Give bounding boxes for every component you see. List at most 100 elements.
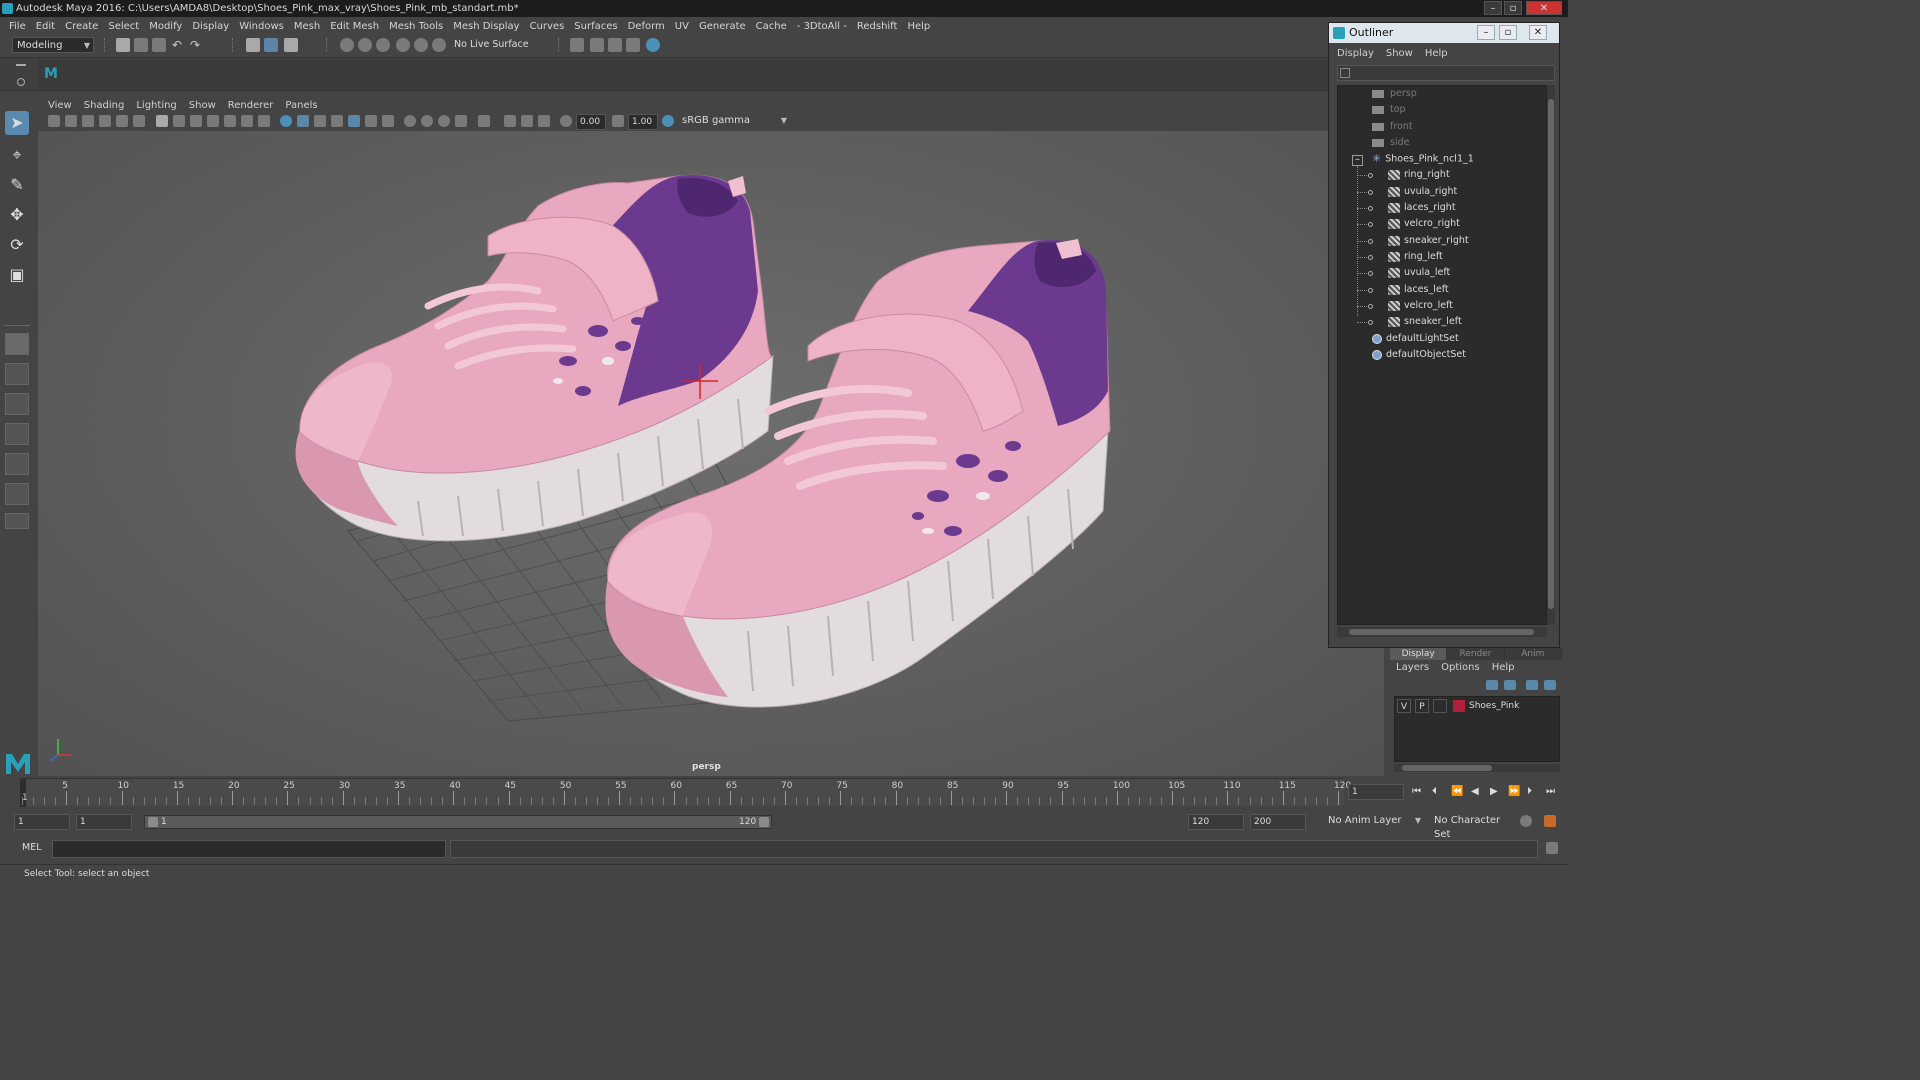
snap-surface-icon[interactable] xyxy=(432,38,446,52)
undo-icon[interactable]: ↶ xyxy=(172,38,186,52)
outliner-item-default-light-set[interactable]: defaultLightSet xyxy=(1372,331,1459,347)
live-surface-label[interactable]: No Live Surface xyxy=(454,39,529,50)
outliner-vertical-scrollbar[interactable] xyxy=(1547,85,1555,625)
frame-all-icon[interactable] xyxy=(538,115,550,127)
scroll-thumb[interactable] xyxy=(1349,629,1534,635)
snap-curve-icon[interactable] xyxy=(358,38,372,52)
play-forwards-icon[interactable]: ▶ xyxy=(1490,786,1498,797)
scale-tool-icon[interactable]: ▣ xyxy=(5,263,29,287)
tab-anim[interactable]: Anim xyxy=(1504,648,1562,660)
outliner-menu-show[interactable]: Show xyxy=(1380,48,1419,59)
panel-menu-show[interactable]: Show xyxy=(183,100,222,111)
camera-lock-icon[interactable] xyxy=(65,115,77,127)
open-scene-icon[interactable] xyxy=(134,38,148,52)
wireframe-icon[interactable] xyxy=(280,115,292,127)
range-start-handle[interactable] xyxy=(148,817,158,827)
layer-display-type[interactable] xyxy=(1433,699,1447,713)
xray-icon[interactable] xyxy=(478,115,490,127)
xray-components-icon[interactable] xyxy=(521,115,533,127)
redo-icon[interactable]: ↷ xyxy=(190,38,204,52)
gamma-field[interactable]: 1.00 xyxy=(628,114,658,130)
outliner-item-ring-left[interactable]: ring_left xyxy=(1388,249,1443,265)
snap-point-icon[interactable] xyxy=(376,38,390,52)
panel-menu-lighting[interactable]: Lighting xyxy=(130,100,182,111)
snap-grid-icon[interactable] xyxy=(340,38,354,52)
shelf-settings-icon[interactable] xyxy=(17,78,25,86)
outliner-item-laces-left[interactable]: laces_left xyxy=(1388,282,1449,298)
current-frame-field[interactable]: 1 xyxy=(1348,784,1404,800)
script-editor-icon[interactable] xyxy=(1546,842,1558,854)
go-to-start-icon[interactable]: ⏮ xyxy=(1412,786,1421,797)
panel-menu-renderer[interactable]: Renderer xyxy=(222,100,280,111)
outliner-titlebar[interactable]: Outliner – ▫ ✕ xyxy=(1329,23,1559,43)
paint-select-tool-icon[interactable]: ✎ xyxy=(5,173,29,197)
play-backwards-icon[interactable]: ◀ xyxy=(1471,786,1479,797)
step-forward-frame-icon[interactable]: ⏵ xyxy=(1527,786,1532,797)
color-management-icon[interactable] xyxy=(662,115,674,127)
field-chart-icon[interactable] xyxy=(224,115,236,127)
persp-graph-layout-icon[interactable] xyxy=(5,423,29,445)
command-input[interactable] xyxy=(52,840,446,858)
menuset-dropdown[interactable]: Modeling ▼ xyxy=(12,37,94,53)
ipr-render-icon[interactable] xyxy=(608,38,622,52)
bookmark-icon[interactable] xyxy=(82,115,94,127)
panel-menu-view[interactable]: View xyxy=(42,100,78,111)
snap-view-plane-icon[interactable] xyxy=(396,38,410,52)
outliner-item-sneaker-right[interactable]: sneaker_right xyxy=(1388,233,1469,249)
outliner-item-uvula-right[interactable]: uvula_right xyxy=(1388,184,1457,200)
outliner-minimize-button[interactable]: – xyxy=(1477,25,1495,40)
four-view-layout-icon[interactable] xyxy=(5,363,29,385)
layer-menu-options[interactable]: Options xyxy=(1435,662,1486,673)
outliner-item-velcro-left[interactable]: velcro_left xyxy=(1388,298,1453,314)
select-by-component-icon[interactable] xyxy=(284,38,298,52)
exposure-field[interactable]: 0.00 xyxy=(576,114,606,130)
depth-of-field-icon[interactable] xyxy=(438,115,450,127)
outliner-item-side[interactable]: side xyxy=(1372,135,1409,151)
custom-layout-icon[interactable] xyxy=(5,513,29,529)
menu-generate[interactable]: Generate xyxy=(694,21,751,32)
hypershade-icon[interactable] xyxy=(646,38,660,52)
colorspace-dropdown[interactable]: sRGB gamma ▼ xyxy=(678,114,790,130)
single-perspective-layout-icon[interactable] xyxy=(5,333,29,355)
layer-visibility-toggle[interactable]: V xyxy=(1397,699,1411,713)
layer-horizontal-scrollbar[interactable] xyxy=(1394,764,1560,772)
2d-pan-zoom-icon[interactable] xyxy=(116,115,128,127)
layer-playback-toggle[interactable]: P xyxy=(1415,699,1429,713)
collapse-toggle[interactable]: – xyxy=(1352,155,1363,166)
menu-mesh-display[interactable]: Mesh Display xyxy=(448,21,524,32)
anim-layer-dropdown[interactable]: No Anim Layer ▼ xyxy=(1324,814,1424,830)
resolution-gate-icon[interactable] xyxy=(190,115,202,127)
character-set-dropdown[interactable]: No Character Set xyxy=(1430,814,1514,840)
outliner-item-uvula-left[interactable]: uvula_left xyxy=(1388,265,1450,281)
isolate-select-icon[interactable] xyxy=(455,115,467,127)
outliner-item-sneaker-left[interactable]: sneaker_left xyxy=(1388,314,1462,330)
menu-edit-mesh[interactable]: Edit Mesh xyxy=(325,21,384,32)
grid-icon[interactable] xyxy=(156,115,168,127)
outliner-menu-display[interactable]: Display xyxy=(1331,48,1380,59)
menu-mesh[interactable]: Mesh xyxy=(289,21,325,32)
new-empty-layer-icon[interactable] xyxy=(1526,680,1538,690)
range-end-handle[interactable] xyxy=(759,817,769,827)
shadows-icon[interactable] xyxy=(365,115,377,127)
outliner-item-laces-right[interactable]: laces_right xyxy=(1388,200,1456,216)
step-back-key-icon[interactable]: ⏪ xyxy=(1451,786,1463,797)
textured-icon[interactable] xyxy=(331,115,343,127)
wireframe-on-shaded-icon[interactable] xyxy=(314,115,326,127)
outliner-item-velcro-right[interactable]: velcro_right xyxy=(1388,216,1460,232)
menu-modify[interactable]: Modify xyxy=(144,21,187,32)
outliner-maximize-button[interactable]: ▫ xyxy=(1499,25,1517,40)
panel-menu-panels[interactable]: Panels xyxy=(279,100,323,111)
outliner-item-default-object-set[interactable]: defaultObjectSet xyxy=(1372,347,1466,363)
move-layer-up-icon[interactable] xyxy=(1486,680,1498,690)
outliner-horizontal-scrollbar[interactable] xyxy=(1337,627,1547,637)
outliner-item-top[interactable]: top xyxy=(1372,102,1406,118)
film-gate-icon[interactable] xyxy=(173,115,185,127)
safe-title-icon[interactable] xyxy=(258,115,270,127)
move-layer-down-icon[interactable] xyxy=(1504,680,1516,690)
outliner-item-persp[interactable]: persp xyxy=(1372,86,1417,102)
menu-uv[interactable]: UV xyxy=(670,21,694,32)
render-settings-icon[interactable] xyxy=(570,38,584,52)
menu-select[interactable]: Select xyxy=(103,21,144,32)
new-scene-icon[interactable] xyxy=(116,38,130,52)
maya-shelf-icon[interactable]: M xyxy=(44,66,60,82)
